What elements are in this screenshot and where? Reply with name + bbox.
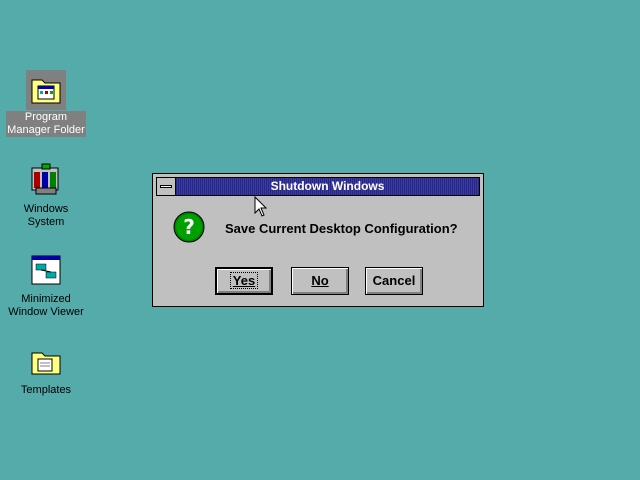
svg-text:?: ? [183,215,195,239]
yes-button-label: Yes [232,273,256,288]
mouse-pointer-icon [254,196,268,217]
desktop-icon-minimized-window-viewer[interactable]: Minimized Window Viewer [1,252,91,319]
desktop-icon-templates[interactable]: Templates [1,343,91,397]
question-icon: ? [173,211,205,243]
cancel-button[interactable]: Cancel [365,267,423,295]
program-manager-folder-icon [26,70,66,110]
cancel-button-label: Cancel [372,273,416,288]
shutdown-dialog: Shutdown Windows ? Save Current Desktop … [152,173,484,307]
windows-system-icon [31,163,59,195]
desktop-icon-label: Templates [20,384,72,396]
dialog-message: Save Current Desktop Configuration? [225,221,458,236]
system-menu-button[interactable] [157,178,176,195]
desktop-icon-label: Windows System [23,203,69,228]
desktop-icon-label: Minimized Window Viewer [8,293,84,318]
desktop-icon-program-manager-folder[interactable]: Program Manager Folder [1,70,91,137]
no-button[interactable]: No [291,267,349,295]
minimized-window-viewer-icon [31,255,61,285]
desktop-icon-windows-system[interactable]: Windows System [1,162,91,229]
dialog-title: Shutdown Windows [270,179,385,193]
no-button-label: No [311,273,329,288]
yes-button[interactable]: Yes [215,267,273,295]
templates-folder-icon [31,352,61,375]
desktop-icon-label: Program Manager Folder [6,111,86,137]
system-menu-icon [160,185,172,188]
dialog-titlebar[interactable]: Shutdown Windows [156,177,480,196]
